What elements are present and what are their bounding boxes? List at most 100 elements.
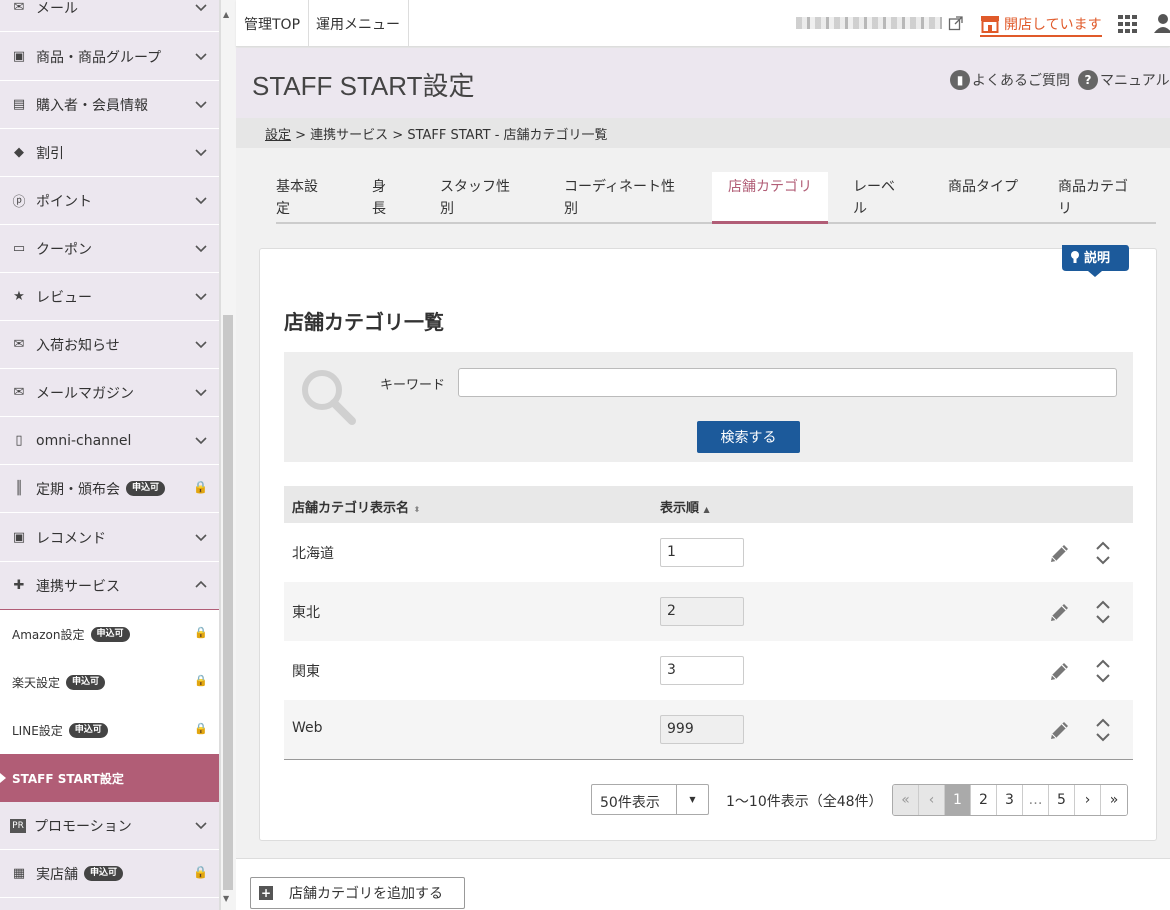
top-bar: 管理TOP 運用メニュー 開店しています bbox=[236, 0, 1170, 47]
sidebar-item-omni[interactable]: ▯ omni-channel bbox=[0, 417, 219, 465]
column-header-name[interactable]: 店舗カテゴリ表示名 ⬍ bbox=[292, 497, 420, 516]
tab-label[interactable]: レーベル bbox=[853, 172, 903, 222]
member-card-icon: ▤ bbox=[12, 97, 26, 112]
tab-product-category[interactable]: 商品カテゴリ bbox=[1058, 172, 1130, 222]
tag-icon: ◆ bbox=[14, 145, 24, 160]
chevron-down-icon bbox=[195, 293, 207, 301]
sidebar-item-integrations[interactable]: ✚ 連携サービス bbox=[0, 562, 219, 610]
tab-product-type[interactable]: 商品タイプ bbox=[948, 172, 1018, 222]
sidebar-item-products[interactable]: ▣ 商品・商品グループ bbox=[0, 33, 219, 81]
sidebar-item-discount[interactable]: ◆ 割引 bbox=[0, 129, 219, 177]
table-row: 北海道 1 bbox=[284, 523, 1133, 582]
pencil-icon[interactable] bbox=[1048, 541, 1072, 565]
reorder-icon[interactable] bbox=[1094, 539, 1112, 567]
breadcrumb-settings-link[interactable]: 設定 bbox=[265, 128, 291, 143]
sidebar-subitem-amazon[interactable]: Amazon設定 申込可 🔒 bbox=[0, 610, 219, 658]
prev-page-button[interactable]: ‹ bbox=[919, 785, 945, 815]
manual-link[interactable]: マニュアル bbox=[1100, 70, 1170, 90]
tab-coordinate-gender[interactable]: コーディネート性別 bbox=[564, 172, 684, 222]
sidebar-subitem-label: LINE設定 bbox=[12, 723, 63, 738]
lock-icon: 🔒 bbox=[194, 722, 208, 735]
pencil-icon[interactable] bbox=[1048, 600, 1072, 624]
admin-top-link[interactable]: 管理TOP bbox=[236, 0, 310, 47]
reorder-icon[interactable] bbox=[1094, 716, 1112, 744]
keyword-label: キーワード bbox=[380, 378, 446, 393]
pencil-icon[interactable] bbox=[1048, 718, 1072, 742]
store-icon: ▦ bbox=[12, 866, 26, 881]
add-store-category-button[interactable]: + 店舗カテゴリを追加する bbox=[250, 877, 465, 909]
display-order-input[interactable]: 1 bbox=[660, 538, 744, 567]
page-title: STAFF START設定 bbox=[252, 71, 475, 101]
faq-icon[interactable]: ▮ bbox=[950, 70, 970, 90]
explain-tab[interactable]: 説明 bbox=[1060, 243, 1130, 279]
sidebar-item-coupon[interactable]: ▭ クーポン bbox=[0, 225, 219, 273]
sidebar-item-label: 入荷お知らせ bbox=[36, 337, 120, 354]
page-ellipsis: … bbox=[1023, 785, 1049, 815]
sidebar-item-label: ポイント bbox=[36, 193, 92, 210]
sidebar-item-label: レビュー bbox=[36, 289, 92, 306]
sidebar: ✉ メール ▣ 商品・商品グループ ▤ 購入者・会員情報 ◆ 割引 ⓟ ポイント… bbox=[0, 0, 220, 910]
storefront-icon bbox=[981, 16, 999, 33]
sidebar-item-subscription[interactable]: ║ 定期・頒布会 申込可 🔒 bbox=[0, 465, 219, 513]
chevron-down-icon bbox=[195, 341, 207, 349]
page-button[interactable]: 3 bbox=[997, 785, 1023, 815]
keyword-input[interactable] bbox=[458, 368, 1117, 397]
sidebar-subitem-line[interactable]: LINE設定 申込可 🔒 bbox=[0, 706, 219, 754]
sidebar-item-mail[interactable]: ✉ メール bbox=[0, 0, 219, 32]
reorder-icon[interactable] bbox=[1094, 657, 1112, 685]
sidebar-subitem-label: STAFF START設定 bbox=[12, 771, 124, 786]
question-icon[interactable]: ? bbox=[1078, 70, 1098, 90]
page-button[interactable]: 5 bbox=[1049, 785, 1075, 815]
sidebar-item-store[interactable]: ▦ 実店舗 申込可 🔒 bbox=[0, 850, 219, 898]
next-page-button[interactable]: › bbox=[1075, 785, 1101, 815]
sidebar-subitem-label: Amazon設定 bbox=[12, 627, 85, 642]
page-button[interactable]: 1 bbox=[945, 785, 971, 815]
tab-basic[interactable]: 基本設定 bbox=[276, 172, 326, 222]
sidebar-item-promotion[interactable]: PR プロモーション bbox=[0, 802, 219, 850]
sidebar-item-label: レコメンド bbox=[36, 530, 106, 547]
external-link-icon[interactable] bbox=[948, 15, 964, 31]
chevron-down-icon bbox=[195, 534, 207, 542]
plus-icon: + bbox=[259, 886, 273, 900]
scroll-down-arrow-icon[interactable]: ▼ bbox=[223, 894, 229, 903]
column-header-order[interactable]: 表示順 ▲ bbox=[660, 497, 710, 516]
puzzle-icon: ✚ bbox=[13, 578, 25, 593]
sidebar-item-newsletter[interactable]: ✉ メールマガジン bbox=[0, 369, 219, 417]
display-order-input[interactable]: 999 bbox=[660, 715, 744, 744]
faq-link[interactable]: よくあるご質問 bbox=[972, 70, 1070, 90]
sort-asc-icon: ▲ bbox=[703, 505, 710, 514]
sidebar-item-recommend[interactable]: ▣ レコメンド bbox=[0, 514, 219, 562]
scrollbar-thumb[interactable] bbox=[223, 315, 233, 890]
store-status-link[interactable]: 開店しています bbox=[980, 13, 1102, 37]
sidebar-item-arrival[interactable]: ✉ 入荷お知らせ bbox=[0, 321, 219, 369]
sidebar-subitem-rakuten[interactable]: 楽天設定 申込可 🔒 bbox=[0, 658, 219, 706]
display-order-input[interactable]: 3 bbox=[660, 656, 744, 685]
category-name: 北海道 bbox=[292, 546, 334, 562]
tab-height[interactable]: 身長 bbox=[372, 172, 398, 222]
sidebar-item-members[interactable]: ▤ 購入者・会員情報 bbox=[0, 81, 219, 129]
tab-staff-gender[interactable]: スタッフ性別 bbox=[440, 172, 520, 222]
search-button[interactable]: 検索する bbox=[697, 421, 800, 453]
ops-menu-link[interactable]: 運用メニュー bbox=[308, 0, 409, 47]
sidebar-item-points[interactable]: ⓟ ポイント bbox=[0, 177, 219, 225]
page-button[interactable]: 2 bbox=[971, 785, 997, 815]
scroll-up-arrow-icon[interactable]: ▲ bbox=[223, 10, 229, 19]
app-grid-icon[interactable] bbox=[1118, 15, 1138, 33]
sidebar-item-review[interactable]: ★ レビュー bbox=[0, 273, 219, 321]
column-header-label: 店舗カテゴリ表示名 bbox=[292, 501, 410, 516]
chevron-up-icon bbox=[195, 580, 207, 588]
user-icon[interactable] bbox=[1154, 13, 1170, 33]
last-page-button[interactable]: » bbox=[1101, 785, 1127, 815]
tab-store-category[interactable]: 店舗カテゴリ bbox=[712, 172, 828, 224]
sidebar-subitem-staffstart[interactable]: STAFF START設定 bbox=[0, 754, 219, 802]
table-divider bbox=[284, 759, 1133, 760]
lock-icon: 🔒 bbox=[193, 865, 208, 879]
pencil-icon[interactable] bbox=[1048, 659, 1072, 683]
newsletter-icon: ✉ bbox=[13, 385, 25, 400]
display-order-input[interactable]: 2 bbox=[660, 597, 744, 626]
first-page-button[interactable]: « bbox=[893, 785, 919, 815]
per-page-select[interactable]: 50件表示 ▼ bbox=[591, 784, 709, 815]
table-header: 店舗カテゴリ表示名 ⬍ 表示順 ▲ bbox=[284, 486, 1133, 523]
chevron-down-icon bbox=[195, 197, 207, 205]
reorder-icon[interactable] bbox=[1094, 598, 1112, 626]
